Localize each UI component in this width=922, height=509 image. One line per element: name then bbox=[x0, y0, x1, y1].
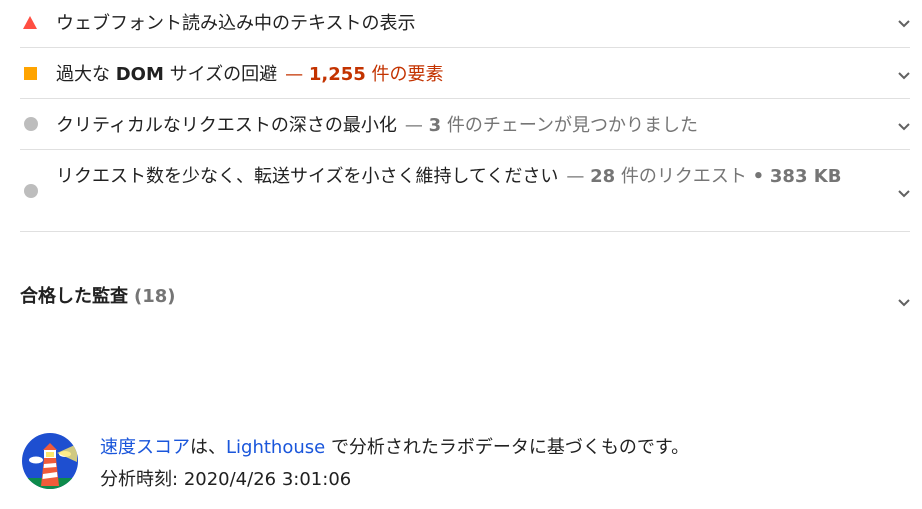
display-unit: 件のチェーンが見つかりました bbox=[446, 115, 699, 136]
audit-title: 過大な DOM サイズの回避 — 1,255 件の要素 bbox=[56, 60, 910, 89]
audit-row-critical-request-chains[interactable]: クリティカルなリクエストの深さの最小化 — 3 件のチェーンが見つかりました bbox=[20, 99, 910, 150]
audit-title-suffix: サイズの回避 bbox=[169, 64, 278, 85]
display-unit: 件の要素 bbox=[371, 64, 444, 85]
display-number: 1,255 bbox=[308, 64, 366, 85]
lighthouse-link[interactable]: Lighthouse bbox=[226, 437, 325, 458]
audit-title-text: リクエスト数を少なく、転送サイズを小さく維持してください bbox=[56, 166, 559, 187]
chevron-down-icon[interactable] bbox=[898, 297, 910, 309]
separator: — bbox=[285, 64, 304, 85]
audit-row-resource-summary[interactable]: リクエスト数を少なく、転送サイズを小さく維持してください — 28 件のリクエスト… bbox=[20, 150, 910, 232]
average-square-icon bbox=[20, 60, 56, 86]
audit-title-prefix: 過大な bbox=[56, 64, 110, 85]
display-number: 28 bbox=[590, 166, 616, 187]
footer-line-2: 分析時刻: 2020/4/26 3:01:06 bbox=[100, 464, 689, 496]
audit-display-value: — 3 件のチェーンが見つかりました bbox=[405, 115, 698, 136]
audit-title-text: ウェブフォント読み込み中のテキストの表示 bbox=[56, 13, 416, 34]
footer-text-rest: で分析されたラボデータに基づくものです。 bbox=[330, 437, 690, 458]
chevron-down-icon[interactable] bbox=[898, 121, 910, 133]
audit-title-text: クリティカルなリクエストの深さの最小化 bbox=[56, 115, 397, 136]
footer-line-1: 速度スコアは、Lighthouse で分析されたラボデータに基づくものです。 bbox=[100, 432, 689, 464]
audit-row-font-display[interactable]: ウェブフォント読み込み中のテキストの表示 bbox=[20, 0, 910, 48]
footer-text-ha: は、 bbox=[190, 437, 226, 458]
fail-triangle-icon bbox=[20, 9, 56, 35]
audit-title-dom: DOM bbox=[115, 64, 164, 85]
audit-display-value: — 28 件のリクエスト • 383 KB bbox=[566, 166, 841, 187]
audit-title: ウェブフォント読み込み中のテキストの表示 bbox=[56, 9, 910, 38]
group-count: (18) bbox=[134, 286, 176, 307]
display-unit: 件のリクエスト bbox=[620, 166, 747, 187]
lighthouse-footer: 速度スコアは、Lighthouse で分析されたラボデータに基づくものです。 分… bbox=[21, 432, 901, 492]
display-dot: • bbox=[752, 166, 765, 187]
lighthouse-logo-icon bbox=[22, 433, 78, 489]
audit-title: クリティカルなリクエストの深さの最小化 — 3 件のチェーンが見つかりました bbox=[56, 111, 910, 140]
audit-display-value: — 1,255 件の要素 bbox=[285, 64, 443, 85]
separator: — bbox=[566, 166, 585, 187]
passed-audits-group[interactable]: 合格した監査 (18) bbox=[20, 283, 910, 313]
audit-title: リクエスト数を少なく、転送サイズを小さく維持してください — 28 件のリクエスト… bbox=[56, 162, 910, 191]
report-page: ウェブフォント読み込み中のテキストの表示 過大な DOM サイズの回避 — 1,2… bbox=[0, 0, 922, 509]
chevron-down-icon[interactable] bbox=[898, 70, 910, 82]
audit-list: ウェブフォント読み込み中のテキストの表示 過大な DOM サイズの回避 — 1,2… bbox=[20, 0, 910, 232]
display-size: 383 KB bbox=[769, 166, 842, 187]
audit-row-dom-size[interactable]: 過大な DOM サイズの回避 — 1,255 件の要素 bbox=[20, 48, 910, 99]
chevron-down-icon[interactable] bbox=[898, 18, 910, 30]
timestamp-value: 2020/4/26 3:01:06 bbox=[183, 469, 352, 490]
chevron-down-icon[interactable] bbox=[898, 188, 910, 200]
informative-circle-icon bbox=[20, 111, 56, 137]
separator: — bbox=[404, 115, 423, 136]
group-title: 合格した監査 bbox=[20, 286, 128, 307]
informative-circle-icon bbox=[20, 162, 56, 220]
display-number: 3 bbox=[428, 115, 442, 136]
speed-score-link[interactable]: 速度スコア bbox=[100, 437, 190, 458]
timestamp-label: 分析時刻: bbox=[100, 469, 179, 490]
footer-text: 速度スコアは、Lighthouse で分析されたラボデータに基づくものです。 分… bbox=[100, 432, 689, 496]
